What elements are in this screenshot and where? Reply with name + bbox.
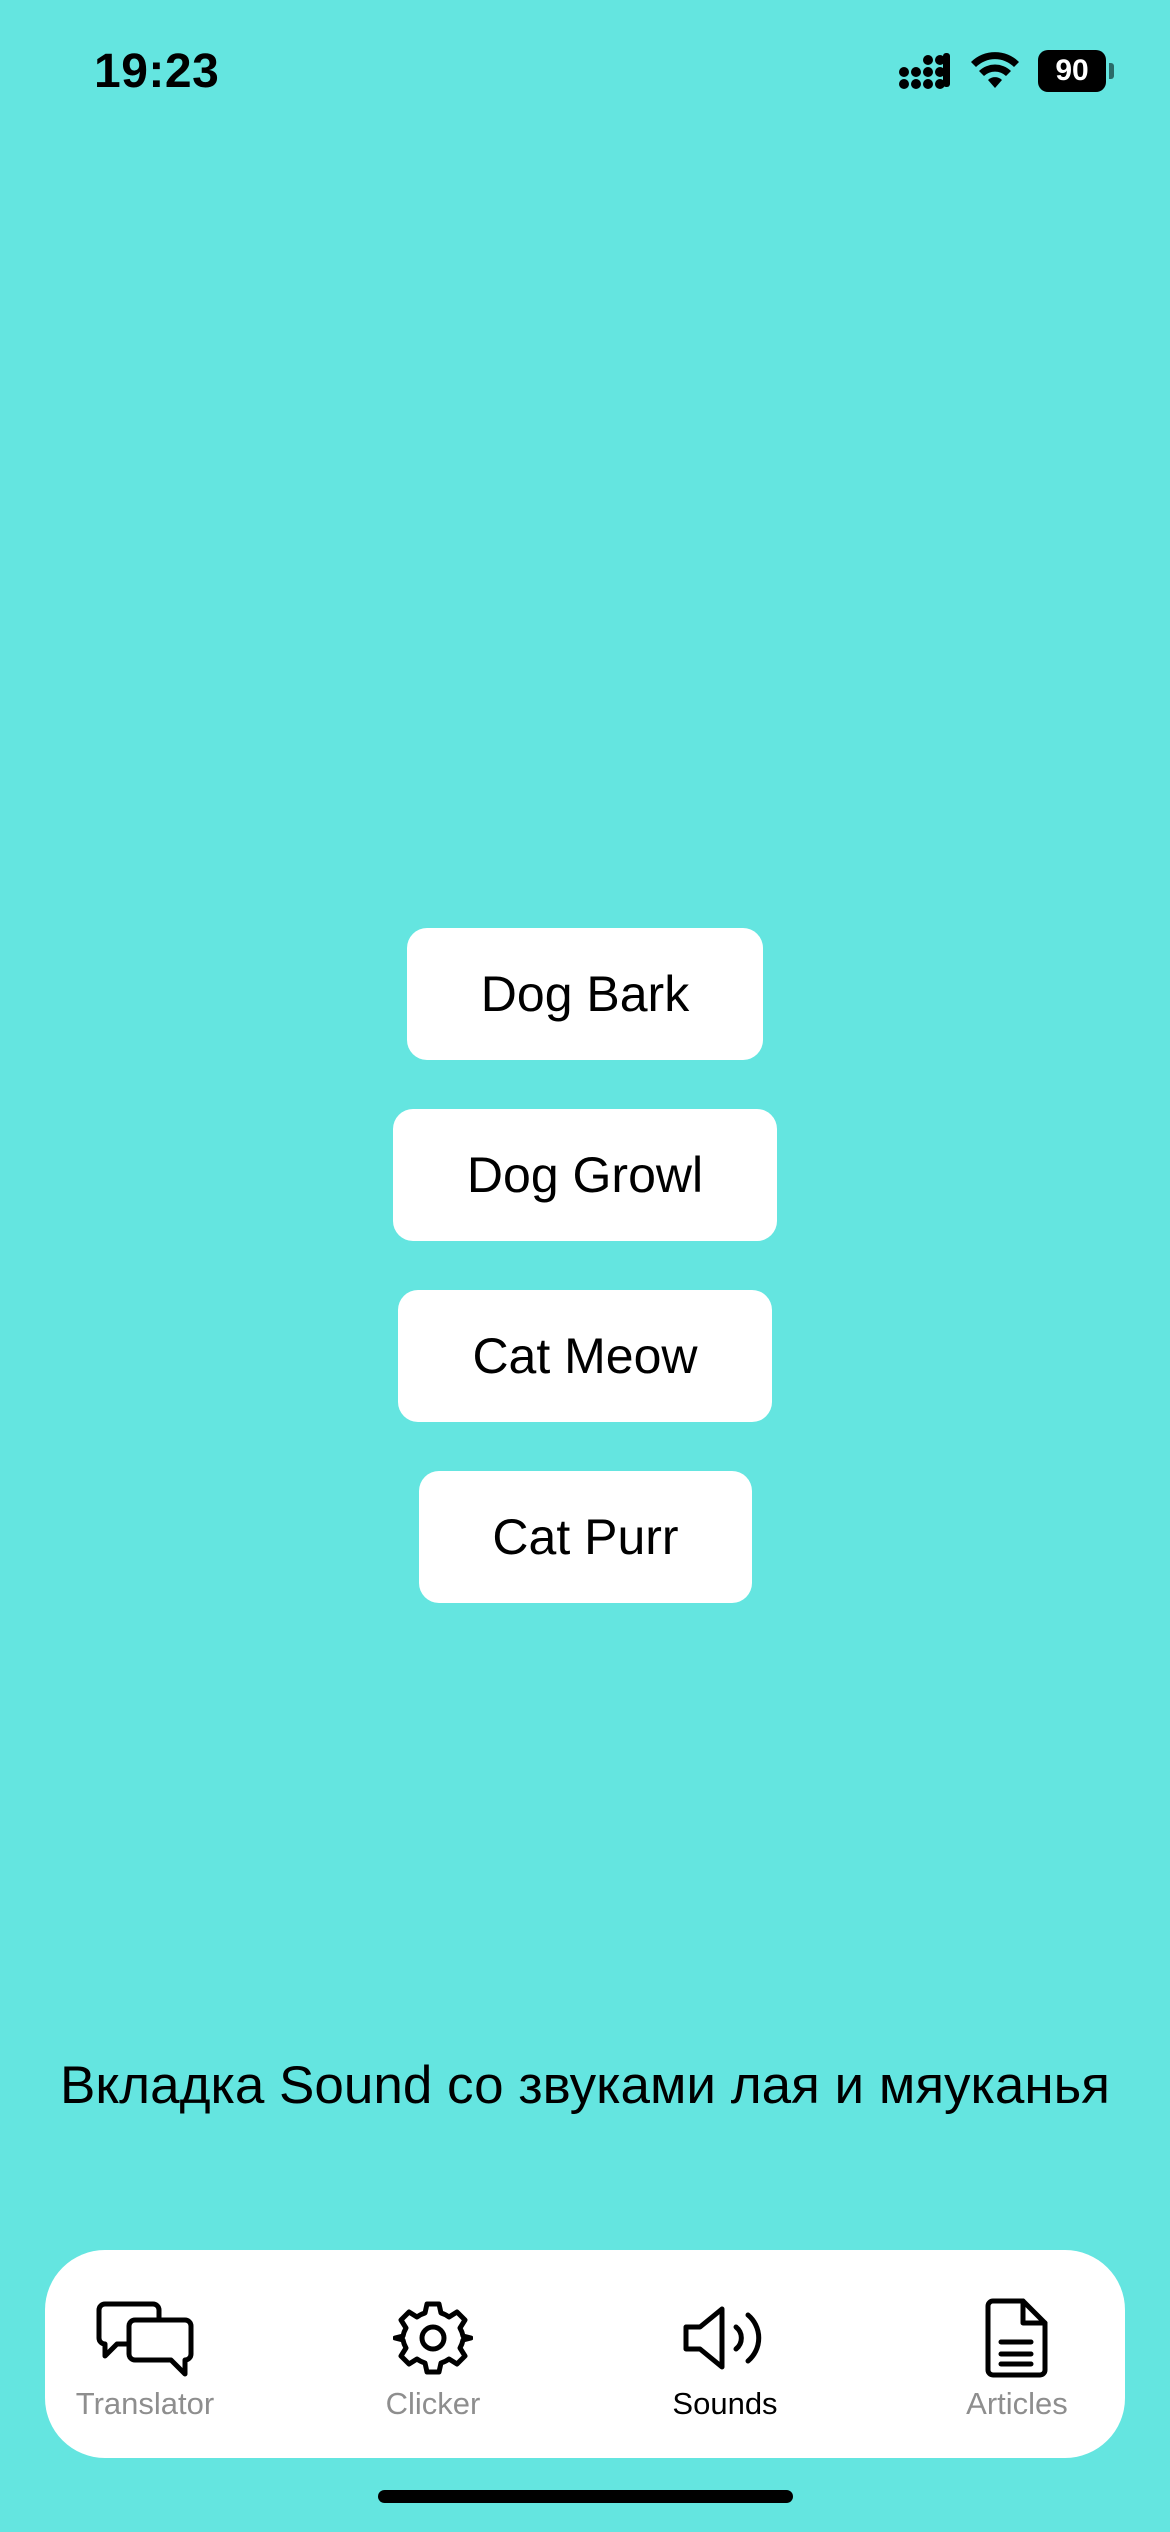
page-caption: Вкладка Sound со звуками лая и мяуканья [60, 2056, 1110, 2115]
tab-sounds-label: Sounds [672, 2386, 778, 2421]
home-indicator[interactable] [378, 2490, 793, 2503]
tab-sounds[interactable]: Sounds [625, 2250, 825, 2458]
tab-articles-label: Articles [966, 2386, 1068, 2421]
dog-growl-button[interactable]: Dog Growl [393, 1109, 777, 1241]
dog-bark-button[interactable]: Dog Bark [407, 928, 763, 1060]
chat-bubbles-icon [95, 2298, 195, 2378]
battery-icon: 90 [1038, 50, 1114, 92]
cat-meow-button[interactable]: Cat Meow [398, 1290, 772, 1422]
status-icons: 90 [898, 50, 1114, 92]
battery-level: 90 [1038, 50, 1106, 92]
cat-purr-button[interactable]: Cat Purr [419, 1471, 752, 1603]
wifi-icon [971, 52, 1019, 88]
speaker-icon [675, 2298, 775, 2378]
tab-clicker[interactable]: Clicker [333, 2250, 533, 2458]
tab-translator[interactable]: Translator [45, 2250, 245, 2458]
battery-tip [1109, 63, 1114, 79]
cellular-signal-icon [899, 53, 950, 89]
document-icon [967, 2298, 1067, 2378]
tab-translator-label: Translator [75, 2386, 215, 2421]
gear-icon [383, 2298, 483, 2378]
status-bar: 19:23 90 [0, 0, 1170, 140]
tab-bar: Translator Clicker Sounds Articles [45, 2250, 1125, 2458]
tab-clicker-label: Clicker [385, 2386, 481, 2421]
tab-articles[interactable]: Articles [917, 2250, 1117, 2458]
status-time: 19:23 [94, 45, 220, 98]
